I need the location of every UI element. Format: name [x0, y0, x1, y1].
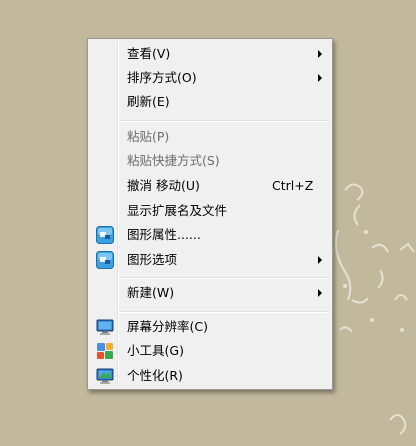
menu-item-new[interactable]: 新建(W): [90, 281, 330, 304]
submenu-arrow-icon: [318, 50, 322, 58]
menu-item-label: 新建(W): [127, 285, 175, 300]
menu-item-label: 图形选项: [127, 252, 178, 267]
screen-resolution-icon: [96, 319, 114, 335]
menu-item-view[interactable]: 查看(V): [90, 42, 330, 65]
menu-separator: [119, 120, 329, 122]
submenu-arrow-icon: [318, 74, 322, 82]
menu-separator: [119, 277, 329, 279]
menu-item-personalize[interactable]: 个性化(R): [90, 364, 330, 387]
menu-separator: [119, 311, 329, 313]
menu-item-undo-move[interactable]: 撤消 移动(U) Ctrl+Z: [90, 174, 330, 197]
graphics-options-icon: [96, 251, 114, 269]
menu-item-label: 粘贴快捷方式(S): [127, 153, 220, 168]
personalize-icon: [96, 368, 114, 384]
menu-item-graphics-options[interactable]: 图形选项: [90, 248, 330, 271]
menu-item-label: 小工具(G): [127, 343, 184, 358]
menu-item-screen-resolution[interactable]: 屏幕分辨率(C): [90, 315, 330, 338]
menu-item-paste[interactable]: 粘贴(P): [90, 125, 330, 148]
menu-item-label: 粘贴(P): [127, 129, 170, 144]
menu-item-label: 图形属性......: [127, 227, 201, 242]
menu-item-show-extensions[interactable]: 显示扩展名及文件: [90, 199, 330, 222]
menu-item-label: 排序方式(O): [127, 70, 197, 85]
submenu-arrow-icon: [318, 256, 322, 264]
menu-item-refresh[interactable]: 刷新(E): [90, 90, 330, 113]
menu-item-gadgets[interactable]: 小工具(G): [90, 339, 330, 362]
gadgets-icon: [97, 343, 113, 359]
desktop-context-menu: 查看(V) 排序方式(O) 刷新(E) 粘贴(P) 粘贴快捷方式(S) 撤消 移…: [87, 38, 333, 390]
menu-item-shortcut: Ctrl+Z: [272, 178, 314, 193]
menu-item-label: 屏幕分辨率(C): [127, 319, 208, 334]
menu-item-sort-by[interactable]: 排序方式(O): [90, 66, 330, 89]
menu-item-label: 显示扩展名及文件: [127, 203, 228, 218]
menu-item-label: 刷新(E): [127, 94, 170, 109]
menu-item-graphics-properties[interactable]: 图形属性......: [90, 223, 330, 246]
menu-item-label: 撤消 移动(U): [127, 178, 200, 193]
menu-item-label: 个性化(R): [127, 368, 183, 383]
submenu-arrow-icon: [318, 289, 322, 297]
menu-item-label: 查看(V): [127, 46, 171, 61]
menu-item-paste-shortcut[interactable]: 粘贴快捷方式(S): [90, 149, 330, 172]
graphics-properties-icon: [96, 226, 114, 244]
